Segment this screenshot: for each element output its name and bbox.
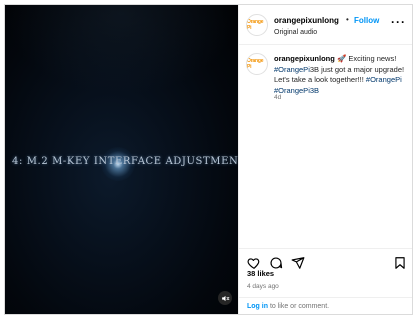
avatar[interactable]: Orange Pi [246, 14, 268, 36]
login-prompt-rest: to like or comment. [269, 303, 330, 310]
heart-icon [247, 258, 260, 269]
post-header: Orange Pi orangepixunlong • Follow Origi… [239, 5, 412, 45]
post-date[interactable]: 4 days ago [247, 283, 279, 290]
orange-pi-logo: Orange Pi [247, 58, 264, 70]
rocket-emoji: 🚀 [336, 54, 347, 63]
login-link[interactable]: Log in [247, 303, 268, 310]
more-dots-icon: ··· [391, 15, 406, 29]
caption-username-link[interactable]: orangepixunlong [274, 54, 335, 63]
separator-dot: • [346, 15, 349, 24]
hashtag-link[interactable]: #OrangePi [366, 75, 402, 84]
username-link[interactable]: orangepixunlong [274, 16, 339, 25]
follow-button[interactable]: Follow [354, 16, 379, 25]
like-button[interactable] [247, 256, 261, 270]
save-button[interactable] [393, 256, 407, 270]
orange-pi-logo: Orange Pi [247, 19, 264, 31]
more-options-button[interactable]: ··· [391, 15, 406, 29]
caption-text-1: Exciting news! [348, 54, 397, 63]
caption-avatar[interactable]: Orange Pi [246, 53, 268, 75]
video-haze [5, 5, 238, 95]
caption-text: orangepixunlong 🚀 Exciting news! #Orange… [274, 54, 409, 96]
original-audio-link[interactable]: Original audio [274, 29, 317, 36]
video-player[interactable]: 4: M.2 M-KEY INTERFACE ADJUSTMENT [5, 5, 238, 314]
caption-timestamp[interactable]: 4d [274, 94, 281, 101]
share-button[interactable] [291, 256, 305, 270]
hashtag-link[interactable]: #OrangePi [274, 65, 310, 74]
bookmark-icon [395, 257, 405, 269]
login-prompt-text: Log in to like or comment. [247, 303, 329, 310]
speaker-muted-icon [221, 295, 229, 301]
post-modal: 4: M.2 M-KEY INTERFACE ADJUSTMENT Orange… [4, 4, 413, 315]
likes-count[interactable]: 38 likes [247, 269, 274, 278]
post-sidebar: Orange Pi orangepixunlong • Follow Origi… [238, 5, 412, 314]
mute-button[interactable] [218, 291, 232, 305]
login-prompt: Log in to like or comment. [239, 297, 412, 314]
comment-icon [270, 257, 283, 269]
share-icon [291, 257, 305, 269]
comment-button[interactable] [269, 256, 283, 270]
video-overlay-text: 4: M.2 M-KEY INTERFACE ADJUSTMENT [12, 156, 238, 167]
